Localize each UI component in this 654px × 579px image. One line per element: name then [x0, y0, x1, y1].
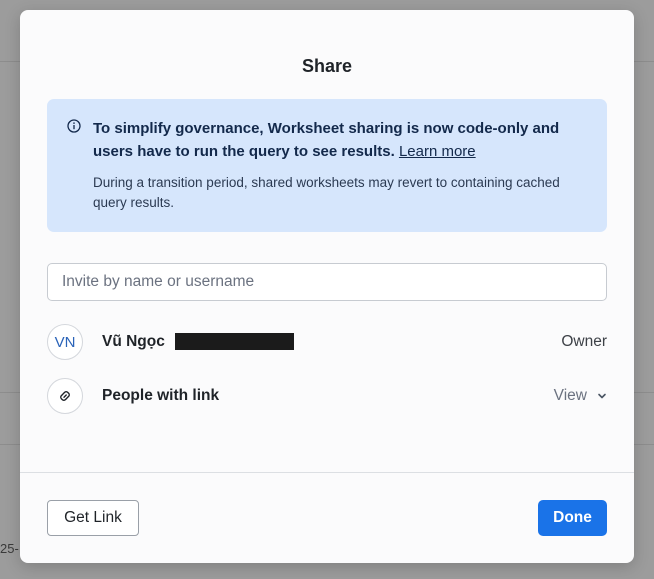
learn-more-link[interactable]: Learn more: [399, 143, 476, 160]
link-icon-badge: [47, 378, 83, 414]
link-permission-value: View: [553, 387, 587, 404]
dialog-title: Share: [301, 56, 353, 76]
chevron-down-icon: [598, 393, 606, 399]
done-button[interactable]: Done: [538, 500, 607, 536]
notice-headline: To simplify governance, Worksheet sharin…: [93, 117, 598, 163]
info-notice: To simplify governance, Worksheet sharin…: [47, 99, 607, 232]
link-access-label: People with link: [102, 387, 220, 404]
member-role: Owner: [561, 333, 607, 350]
member-name: Vũ Ngọc: [102, 333, 165, 350]
invite-input[interactable]: [47, 263, 607, 301]
notice-headline-text: To simplify governance, Worksheet sharin…: [93, 120, 560, 160]
share-dialog: Share To simplify governance, Worksheet …: [20, 10, 634, 563]
avatar-initials: VN: [54, 333, 76, 351]
link-icon: [60, 391, 70, 401]
redacted-name-block: [175, 333, 294, 350]
footer-divider: [20, 472, 634, 473]
link-permission-dropdown[interactable]: View: [554, 381, 607, 411]
info-icon: [67, 119, 81, 133]
member-row: VN Vũ Ngọc Owner: [47, 324, 607, 360]
background-text: 25-: [0, 541, 19, 556]
avatar: VN: [47, 324, 83, 360]
notice-body: During a transition period, shared works…: [93, 175, 560, 210]
link-access-row: People with link View: [47, 378, 607, 414]
get-link-button[interactable]: Get Link: [47, 500, 139, 536]
